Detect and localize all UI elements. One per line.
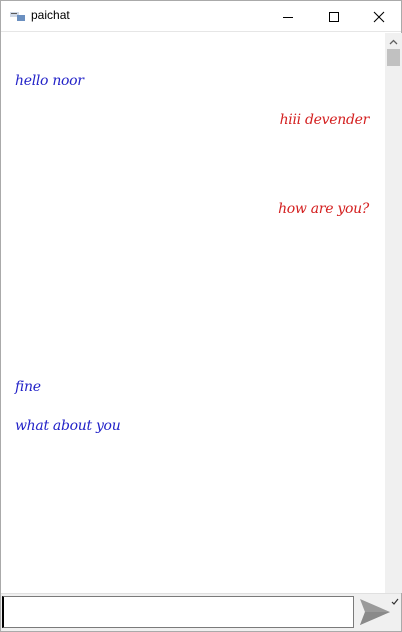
title-bar[interactable]: paichat bbox=[1, 1, 401, 32]
input-bar bbox=[1, 593, 401, 631]
message-outgoing: how are you? bbox=[278, 201, 369, 217]
message-incoming: what about you bbox=[15, 418, 121, 434]
close-button[interactable] bbox=[356, 1, 402, 32]
chat-window: paichat hello noor hiii devender how are… bbox=[0, 0, 402, 632]
paichat-app-icon bbox=[10, 12, 25, 21]
message-incoming: fine bbox=[15, 379, 41, 395]
scroll-up-button[interactable] bbox=[385, 33, 402, 50]
window-title: paichat bbox=[31, 8, 70, 22]
send-button[interactable] bbox=[357, 595, 393, 629]
vertical-scrollbar[interactable] bbox=[385, 33, 402, 593]
checkmark-icon bbox=[391, 598, 399, 605]
minimize-button[interactable] bbox=[265, 1, 311, 32]
minimize-icon bbox=[283, 16, 293, 18]
send-arrow-icon bbox=[360, 599, 390, 625]
message-input[interactable] bbox=[2, 596, 354, 628]
maximize-icon bbox=[329, 11, 339, 22]
scroll-up-icon bbox=[389, 39, 398, 44]
scroll-thumb[interactable] bbox=[387, 49, 400, 66]
maximize-button[interactable] bbox=[311, 1, 357, 32]
chat-message-area[interactable]: hello noor hiii devender how are you? fi… bbox=[2, 33, 385, 593]
close-icon bbox=[373, 11, 385, 22]
message-incoming: hello noor bbox=[15, 73, 84, 89]
message-outgoing: hiii devender bbox=[279, 112, 370, 128]
